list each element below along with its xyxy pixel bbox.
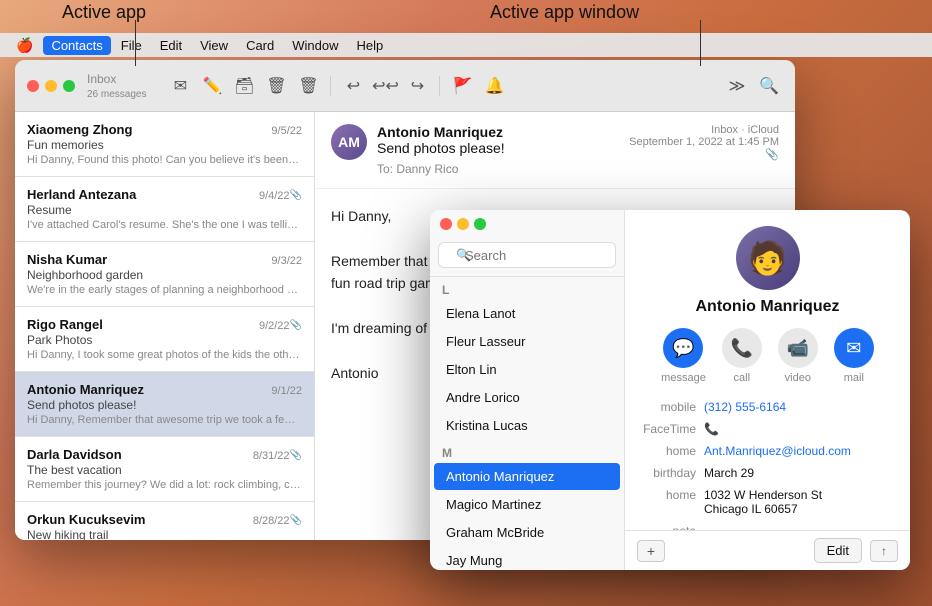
contacts-close-button[interactable] bbox=[440, 218, 452, 230]
flag-button[interactable]: 🚩 bbox=[448, 72, 476, 100]
contact-kristina-lucas[interactable]: Kristina Lucas bbox=[434, 412, 620, 439]
contact-fleur-lasseur[interactable]: Fleur Lasseur bbox=[434, 328, 620, 355]
facetime-field: FaceTime 📞 bbox=[641, 422, 894, 436]
video-action[interactable]: 📹 video bbox=[778, 328, 818, 384]
contacts-window: 🔍 L Elena Lanot Fleur Lasseur Elton Lin … bbox=[430, 210, 910, 570]
call-button[interactable]: 📞 bbox=[722, 328, 762, 368]
contact-elena-lanot[interactable]: Elena Lanot bbox=[434, 300, 620, 327]
menubar-contacts[interactable]: Contacts bbox=[43, 36, 110, 55]
mail-detail-header: AM Antonio Manriquez Send photos please!… bbox=[315, 112, 795, 189]
search-button[interactable]: 🔍 bbox=[755, 72, 783, 100]
email-field: home Ant.Manriquez@icloud.com bbox=[641, 444, 894, 458]
contact-actions: 💬 message 📞 call 📹 video ✉ mail bbox=[641, 328, 894, 384]
call-action[interactable]: 📞 call bbox=[722, 328, 762, 384]
mail-to: To: Danny Rico bbox=[377, 162, 505, 176]
notify-button[interactable]: 🔔 bbox=[480, 72, 508, 100]
video-label: video bbox=[785, 372, 811, 384]
close-button[interactable] bbox=[27, 80, 39, 92]
menubar-help[interactable]: Help bbox=[349, 36, 392, 55]
mail-sidebar: Xiaomeng Zhong 9/5/22 Fun memories Hi Da… bbox=[15, 112, 315, 540]
mailbox-title: Inbox 26 messages bbox=[87, 72, 146, 100]
contacts-footer-left: + bbox=[637, 540, 665, 562]
birthday-field: birthday March 29 bbox=[641, 466, 894, 480]
mail-message-orkun[interactable]: Orkun Kucuksevim 8/28/22 📎 New hiking tr… bbox=[15, 502, 314, 540]
menubar-window[interactable]: Window bbox=[284, 36, 346, 55]
reply-button[interactable]: ↩ bbox=[339, 72, 367, 100]
contact-andre-lorico[interactable]: Andre Lorico bbox=[434, 384, 620, 411]
active-app-window-annotation: Active app window bbox=[490, 2, 639, 23]
contact-graham-mcbride[interactable]: Graham McBride bbox=[434, 519, 620, 546]
contact-elton-lin[interactable]: Elton Lin bbox=[434, 356, 620, 383]
mail-message-rigo[interactable]: Rigo Rangel 9/2/22 📎 Park Photos Hi Dann… bbox=[15, 307, 314, 372]
contacts-search-input[interactable] bbox=[438, 242, 616, 268]
section-label-l: L bbox=[430, 277, 624, 299]
menubar-card[interactable]: Card bbox=[238, 36, 282, 55]
contact-magico-martinez[interactable]: Magico Martinez bbox=[434, 491, 620, 518]
share-contact-button[interactable]: ↑ bbox=[870, 540, 898, 562]
mail-action[interactable]: ✉ mail bbox=[834, 328, 874, 384]
menubar-edit[interactable]: Edit bbox=[152, 36, 190, 55]
sender-name: Antonio Manriquez bbox=[377, 124, 505, 140]
mail-label: mail bbox=[844, 372, 864, 384]
call-label: call bbox=[734, 372, 751, 384]
contacts-minimize-button[interactable] bbox=[457, 218, 469, 230]
mail-toolbar: Inbox 26 messages ✉ ✏️ 🗃 🗑 🗑 ↩ ↩↩ ↪ 🚩 🔔 … bbox=[15, 60, 795, 112]
menubar: 🍎 Contacts File Edit View Card Window He… bbox=[0, 33, 932, 57]
mail-message-herland[interactable]: Herland Antezana 9/4/22 📎 Resume I've at… bbox=[15, 177, 314, 242]
contact-detail-name: Antonio Manriquez bbox=[641, 298, 894, 316]
mail-message-nisha[interactable]: Nisha Kumar 9/3/22 Neighborhood garden W… bbox=[15, 242, 314, 307]
mobile-field: mobile (312) 555-6164 bbox=[641, 400, 894, 414]
video-button[interactable]: 📹 bbox=[778, 328, 818, 368]
maximize-button[interactable] bbox=[63, 80, 75, 92]
mail-message-xiaomeng[interactable]: Xiaomeng Zhong 9/5/22 Fun memories Hi Da… bbox=[15, 112, 314, 177]
mail-meta: Inbox · iCloud September 1, 2022 at 1:45… bbox=[619, 124, 779, 161]
delete-button[interactable]: 🗑 bbox=[262, 72, 290, 100]
forward-button[interactable]: ↪ bbox=[403, 72, 431, 100]
apple-menu[interactable]: 🍎 bbox=[8, 37, 41, 54]
contacts-search-area: 🔍 bbox=[430, 234, 624, 277]
contact-antonio-manriquez[interactable]: Antonio Manriquez bbox=[434, 463, 620, 490]
mail-message-darla[interactable]: Darla Davidson 8/31/22 📎 The best vacati… bbox=[15, 437, 314, 502]
section-label-m: M bbox=[430, 440, 624, 462]
reply-all-button[interactable]: ↩↩ bbox=[371, 72, 399, 100]
mail-message-antonio[interactable]: Antonio Manriquez 9/1/22 Send photos ple… bbox=[15, 372, 314, 437]
search-field-wrap: 🔍 bbox=[438, 242, 616, 268]
compose-button[interactable]: ✏️ bbox=[198, 72, 226, 100]
contacts-footer: + Edit ↑ bbox=[625, 530, 910, 570]
get-mail-button[interactable]: ✉ bbox=[166, 72, 194, 100]
mail-subject: Send photos please! bbox=[377, 140, 505, 156]
sender-avatar: AM bbox=[331, 124, 367, 160]
contact-detail: 🧑 Antonio Manriquez 💬 message 📞 call 📹 v… bbox=[625, 210, 910, 570]
menubar-view[interactable]: View bbox=[192, 36, 236, 55]
add-contact-button[interactable]: + bbox=[637, 540, 665, 562]
contacts-maximize-button[interactable] bbox=[474, 218, 486, 230]
more-button[interactable]: ≫ bbox=[723, 72, 751, 100]
message-action[interactable]: 💬 message bbox=[661, 328, 706, 384]
contacts-traffic-lights bbox=[430, 210, 624, 234]
menubar-file[interactable]: File bbox=[113, 36, 150, 55]
contact-avatar: 🧑 bbox=[736, 226, 800, 290]
archive-button[interactable]: 🗃 bbox=[230, 72, 258, 100]
minimize-button[interactable] bbox=[45, 80, 57, 92]
edit-contact-button[interactable]: Edit bbox=[814, 538, 862, 563]
contacts-footer-right: Edit ↑ bbox=[814, 538, 898, 563]
address-field: home 1032 W Henderson StChicago IL 60657 bbox=[641, 488, 894, 516]
message-label: message bbox=[661, 372, 706, 384]
mail-button[interactable]: ✉ bbox=[834, 328, 874, 368]
junk-button[interactable]: 🗑 bbox=[294, 72, 322, 100]
contacts-list-body: L Elena Lanot Fleur Lasseur Elton Lin An… bbox=[430, 277, 624, 570]
active-app-annotation: Active app bbox=[62, 2, 146, 23]
toolbar-divider-2 bbox=[439, 76, 440, 96]
contacts-list: 🔍 L Elena Lanot Fleur Lasseur Elton Lin … bbox=[430, 210, 625, 570]
traffic-lights bbox=[27, 80, 75, 92]
message-button[interactable]: 💬 bbox=[663, 328, 703, 368]
contact-jay-mung[interactable]: Jay Mung bbox=[434, 547, 620, 570]
toolbar-divider-1 bbox=[330, 76, 331, 96]
